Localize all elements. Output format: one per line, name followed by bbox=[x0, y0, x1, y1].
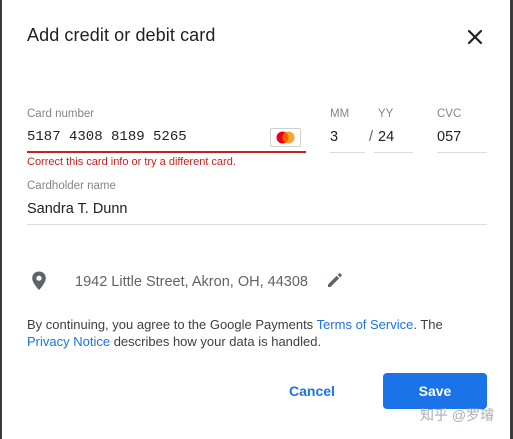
terms-prefix: By continuing, you agree to the Google P… bbox=[27, 317, 317, 332]
cancel-button[interactable]: Cancel bbox=[268, 375, 356, 407]
terms-text: By continuing, you agree to the Google P… bbox=[27, 316, 477, 350]
mastercard-icon bbox=[276, 131, 295, 144]
expiry-year-label: YY bbox=[378, 108, 394, 120]
card-number-underline bbox=[27, 151, 306, 153]
close-icon bbox=[467, 29, 483, 45]
dialog-title: Add credit or debit card bbox=[27, 25, 216, 45]
expiry-month-input[interactable]: 3 bbox=[330, 129, 338, 145]
privacy-notice-link[interactable]: Privacy Notice bbox=[27, 334, 110, 349]
card-number-label: Card number bbox=[27, 108, 95, 120]
cardholder-label: Cardholder name bbox=[27, 180, 116, 192]
expiry-month-underline bbox=[330, 152, 365, 153]
cardholder-underline bbox=[27, 224, 487, 225]
expiry-year-input[interactable]: 24 bbox=[378, 129, 394, 145]
cvc-underline bbox=[437, 152, 487, 153]
terms-of-service-link[interactable]: Terms of Service bbox=[317, 317, 414, 332]
card-brand-badge bbox=[270, 128, 301, 147]
terms-middle: . The bbox=[413, 317, 443, 332]
expiry-separator: / bbox=[369, 129, 374, 145]
expiry-year-underline bbox=[374, 152, 413, 153]
cvc-input[interactable]: 057 bbox=[437, 129, 461, 145]
save-button[interactable]: Save bbox=[383, 373, 487, 409]
add-card-dialog: Add credit or debit card Card number 518… bbox=[0, 0, 513, 439]
cardholder-input[interactable]: Sandra T. Dunn bbox=[27, 201, 128, 217]
card-number-input[interactable]: 5187 4308 8189 5265 bbox=[27, 129, 187, 145]
expiry-month-label: MM bbox=[330, 108, 350, 120]
location-pin-icon bbox=[29, 270, 49, 297]
billing-address-text: 1942 Little Street, Akron, OH, 44308 bbox=[75, 274, 308, 290]
dialog-left-border bbox=[0, 0, 2, 439]
card-number-error: Correct this card info or try a differen… bbox=[27, 156, 236, 168]
close-button[interactable] bbox=[462, 24, 488, 50]
edit-pencil-icon bbox=[328, 273, 342, 287]
edit-address-button[interactable] bbox=[325, 270, 345, 295]
terms-suffix: describes how your data is handled. bbox=[110, 334, 322, 349]
watermark-text: 知乎 @罗璿 bbox=[420, 407, 495, 423]
cvc-label: CVC bbox=[437, 108, 462, 120]
